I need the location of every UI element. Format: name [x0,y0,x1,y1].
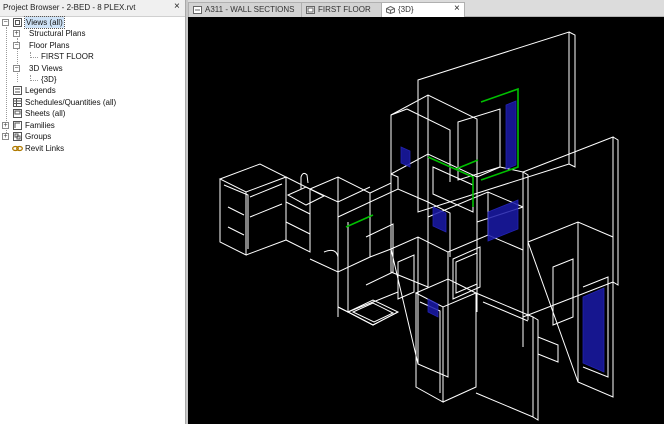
group-icon [13,132,22,141]
link-icon [12,145,23,152]
window-frames [345,87,519,228]
floor-plan-icon [306,6,315,14]
tree-item-schedules[interactable]: Schedules/Quantities (all) [0,97,185,108]
tree-item-label: Schedules/Quantities (all) [25,98,117,107]
close-icon[interactable]: × [454,4,460,14]
family-icon [13,121,22,130]
tab-3d[interactable]: {3D} × [381,2,465,18]
tab-label: A311 - WALL SECTIONS [205,5,295,14]
tree-item-sheets[interactable]: Sheets (all) [0,108,185,119]
tab-label: FIRST FLOOR [318,5,371,14]
tree-item-label: Floor Plans [29,41,70,50]
tree-item-structural-plans[interactable]: + Structural Plans [0,28,185,39]
section-view-icon [193,6,202,14]
building-3d-model [218,31,619,421]
project-browser-panel: Project Browser - 2-BED - 8 PLEX.rvt × −… [0,0,186,424]
tree-item-label: 3D Views [29,64,63,73]
project-browser-tree: − Views (all) + Structural Plans − Floor… [0,16,185,424]
expand-icon[interactable]: + [2,122,9,129]
project-browser-title: Project Browser - 2-BED - 8 PLEX.rvt [3,3,136,12]
view-tab-bar: A311 - WALL SECTIONS FIRST FLOOR {3D} × [188,0,664,18]
close-icon[interactable]: × [174,2,180,12]
tree-item-label: Structural Plans [29,29,86,38]
collapse-icon[interactable]: − [13,65,20,72]
tree-item-first-floor[interactable]: FIRST FLOOR [0,51,185,62]
3d-view-icon [386,6,395,14]
tree-item-label: Sheets (all) [25,109,66,118]
collapse-icon[interactable]: − [2,19,9,26]
tree-item-3d-views[interactable]: − 3D Views [0,63,185,74]
sheet-icon [13,109,22,118]
views-icon [13,18,22,27]
collapse-icon[interactable]: − [13,42,20,49]
glass-panels [400,100,605,373]
tree-item-label: Views (all) [24,16,65,29]
legend-icon [13,86,22,95]
tab-first-floor[interactable]: FIRST FLOOR [301,2,382,17]
tree-item-label: Groups [25,132,52,141]
project-browser-title-bar: Project Browser - 2-BED - 8 PLEX.rvt × [0,0,185,17]
tree-item-floor-plans[interactable]: − Floor Plans [0,40,185,51]
tree-item-label: Revit Links [25,144,65,153]
tree-item-label: {3D} [41,75,57,84]
expand-icon[interactable]: + [13,30,20,37]
tree-item-label: Legends [25,86,56,95]
tree-item-3d[interactable]: {3D} [0,74,185,85]
tree-item-legends[interactable]: Legends [0,85,185,96]
model-linework [218,31,619,421]
tree-item-families[interactable]: + Families [0,120,185,131]
tree-item-groups[interactable]: + Groups [0,131,185,142]
tree-item-views-all[interactable]: − Views (all) [0,16,185,29]
tab-label: {3D} [398,5,414,14]
3d-viewport[interactable] [188,17,664,424]
expand-icon[interactable]: + [2,133,9,140]
tab-a311-wall-sections[interactable]: A311 - WALL SECTIONS [188,2,314,17]
tree-item-label: Families [25,121,55,130]
tree-item-label: FIRST FLOOR [41,52,94,61]
tree-item-revit-links[interactable]: Revit Links [0,143,185,154]
schedule-icon [13,98,22,107]
